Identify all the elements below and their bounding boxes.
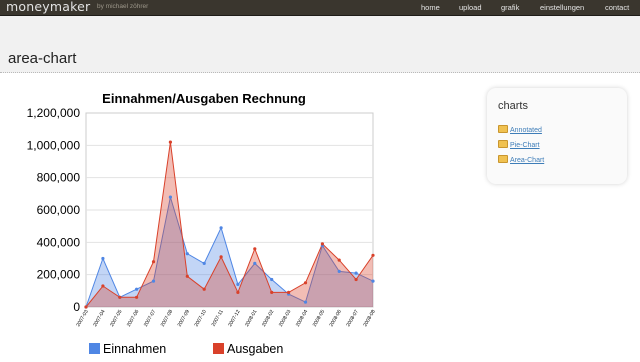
data-point-einnahmen (135, 287, 139, 291)
link-annotated[interactable]: Annotated (498, 125, 542, 134)
data-point-einnahmen (337, 269, 341, 273)
data-point-ausgaben (236, 290, 240, 294)
y-tick-label: 1,000,000 (27, 138, 81, 152)
data-point-einnahmen (303, 300, 308, 304)
chart-title: Einnahmen/Ausgaben Rechnung (102, 91, 306, 106)
x-tick-label: 2008-08 (362, 309, 376, 328)
folder-icon (498, 125, 508, 133)
y-tick-label: 800,000 (37, 171, 81, 185)
legend-swatch (213, 343, 224, 354)
y-tick-label: 1,200,000 (27, 106, 81, 120)
y-tick-label: 600,000 (37, 203, 81, 217)
x-tick-label: 2008-05 (312, 309, 326, 328)
data-point-einnahmen (101, 256, 105, 261)
data-point-ausgaben (202, 287, 206, 291)
data-point-einnahmen (371, 279, 375, 283)
data-point-einnahmen (168, 195, 172, 199)
charts-panel-title: charts (498, 100, 528, 112)
data-point-ausgaben (168, 140, 172, 144)
legend-label: Einnahmen (103, 342, 166, 356)
y-tick-label: 0 (73, 300, 80, 314)
data-point-ausgaben (253, 247, 257, 251)
x-tick-label: 2007-09 (177, 309, 191, 328)
x-tick-label: 2007-05 (109, 309, 123, 328)
data-point-ausgaben (337, 258, 341, 262)
data-point-ausgaben (371, 253, 375, 257)
data-point-ausgaben (101, 284, 105, 288)
link-label: Annotated (510, 126, 542, 134)
link-pie-chart[interactable]: Pie-Chart (498, 140, 540, 149)
data-point-einnahmen (354, 271, 358, 275)
x-tick-label: 2007-11 (211, 309, 225, 328)
data-point-einnahmen (270, 277, 274, 282)
data-point-ausgaben (151, 260, 156, 264)
data-point-ausgaben (219, 255, 223, 259)
x-tick-label: 2007-12 (227, 309, 241, 328)
x-tick-label: 2008-02 (261, 309, 275, 328)
x-tick-label: 2007-07 (143, 309, 157, 328)
data-point-ausgaben (270, 290, 274, 294)
data-point-einnahmen (236, 282, 240, 286)
y-tick-label: 200,000 (37, 268, 81, 282)
x-tick-label: 2008-01 (244, 309, 258, 328)
data-point-einnahmen (185, 252, 189, 256)
y-tick-label: 400,000 (37, 235, 81, 249)
legend-label: Ausgaben (227, 342, 283, 356)
data-point-ausgaben (84, 305, 88, 309)
data-point-ausgaben (320, 242, 324, 246)
legend-swatch (89, 343, 100, 354)
data-point-einnahmen (202, 261, 206, 265)
x-tick-label: 2007-06 (126, 309, 140, 328)
x-tick-label: 2007-10 (194, 309, 208, 328)
folder-icon (498, 155, 508, 163)
data-point-ausgaben (135, 295, 139, 299)
folder-icon (498, 140, 508, 148)
x-tick-label: 2007-08 (160, 309, 174, 328)
x-tick-label: 2008-04 (295, 309, 309, 328)
data-point-ausgaben (303, 281, 308, 285)
data-point-einnahmen (219, 226, 223, 230)
data-point-ausgaben (118, 295, 122, 299)
x-tick-label: 2008-03 (278, 309, 292, 328)
link-label: Area-Chart (510, 156, 545, 164)
x-tick-label: 2008-06 (329, 309, 343, 328)
data-point-einnahmen (253, 261, 257, 265)
link-label: Pie-Chart (510, 141, 540, 149)
data-point-ausgaben (185, 274, 189, 278)
charts-panel: charts Annotated Pie-Chart Area-Chart (487, 88, 627, 184)
data-point-einnahmen (151, 279, 156, 283)
link-area-chart[interactable]: Area-Chart (498, 155, 545, 164)
x-tick-label: 2008-07 (345, 309, 359, 328)
data-point-ausgaben (354, 277, 358, 282)
data-point-ausgaben (287, 290, 291, 294)
x-tick-label: 2007-04 (92, 309, 106, 328)
